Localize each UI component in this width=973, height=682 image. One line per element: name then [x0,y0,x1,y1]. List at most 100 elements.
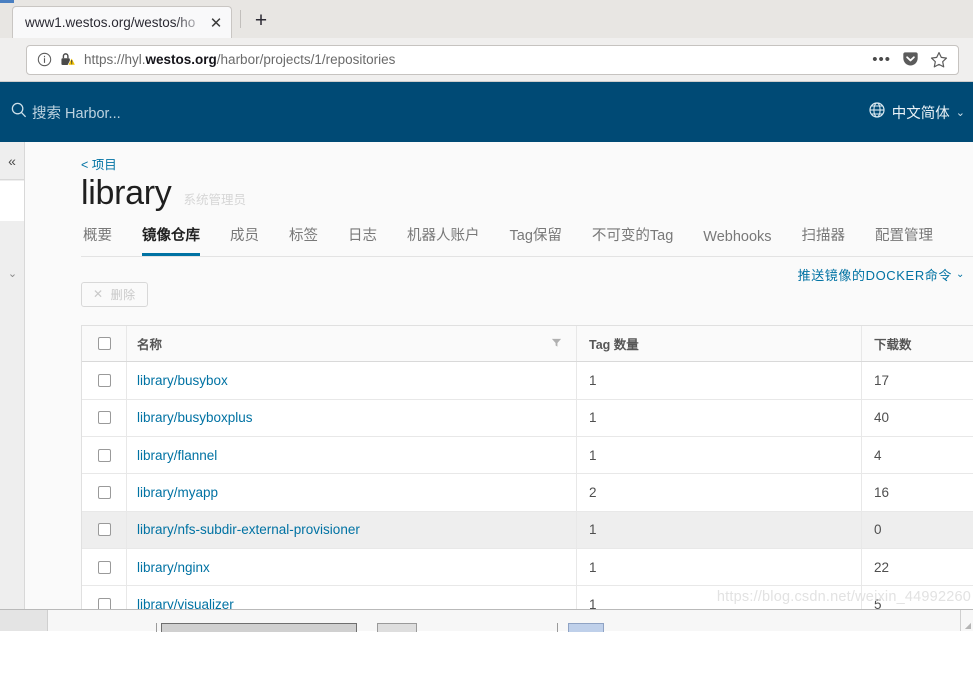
column-header-name[interactable]: 名称 [126,326,576,362]
tag-count-cell: 1 [576,436,861,474]
select-all-cell [82,337,126,351]
push-docker-command-link[interactable]: 推送镜像的DOCKER命令 ⌄ [798,265,965,284]
harbor-body: « ⌄ < 项目 library 系统管理员 概要 镜像仓库 成员 标签 日志 机器人账户… [0,142,973,609]
table-row[interactable]: library/nfs-subdir-external-provisioner 1… [82,511,973,549]
main-content: < 项目 library 系统管理员 概要 镜像仓库 成员 标签 日志 机器人账户 Tag保… [25,142,973,609]
table-row[interactable]: library/busybox 1 17 [82,362,973,400]
repository-link[interactable]: library/flannel [137,448,217,463]
taskbar-window-button[interactable] [568,623,604,632]
tag-count-cell: 1 [576,399,861,436]
repository-name-cell: library/flannel [126,436,576,474]
address-bar[interactable]: https://hyl.westos.org/harbor/projects/1… [26,44,959,75]
repository-name-cell: library/busybox [126,362,576,399]
row-checkbox[interactable] [97,411,111,425]
tab-7[interactable]: Tag保留 [510,224,562,256]
sidebar-chevron-down-icon[interactable]: ⌄ [0,267,25,280]
table-row[interactable]: library/busyboxplus 1 40 [82,399,973,437]
repository-link[interactable]: library/busyboxplus [137,410,253,425]
repositories-table: 名称 Tag 数量 下载数 library/busybox 1 17 libra… [81,325,973,609]
tab-1[interactable]: 概要 [83,224,112,256]
close-icon: ✕ [93,287,104,302]
downloads-value: 40 [874,410,890,426]
tag-count-value: 1 [589,410,597,426]
tab-11[interactable]: 配置管理 [875,224,933,256]
address-bar-actions: ••• [872,51,950,69]
row-checkbox[interactable] [97,374,111,388]
downloads-value: 5 [874,596,882,609]
column-header-downloads-label: 下载数 [874,338,912,353]
repository-name-cell: library/myapp [126,474,576,511]
row-checkbox[interactable] [97,597,111,609]
row-checkbox[interactable] [97,560,111,574]
downloads-value: 22 [874,559,890,575]
taskbar-window-button[interactable] [161,623,357,632]
tab-4[interactable]: 标签 [289,224,318,256]
filter-icon[interactable] [551,337,562,351]
language-selector[interactable]: 中文简体 ⌄ [868,101,965,123]
table-row[interactable]: library/flannel 1 4 [82,436,973,475]
row-checkbox[interactable] [97,485,111,499]
table-row[interactable]: library/nginx 1 22 [82,548,973,587]
table-row[interactable]: library/myapp 2 16 [82,474,973,512]
push-docker-command-label: 推送镜像的DOCKER命令 [797,268,953,284]
tag-count-value: 1 [589,447,597,463]
select-all-checkbox[interactable] [97,337,111,351]
search-placeholder: 搜索 Harbor... [32,105,121,122]
pocket-icon[interactable] [902,51,919,68]
tab-label: 标签 [289,228,318,245]
tab-2[interactable]: 镜像仓库 [142,224,200,257]
tab-9[interactable]: Webhooks [703,229,771,256]
insecure-lock-warning-icon[interactable] [60,52,76,67]
chevron-down-icon: ⌄ [956,269,965,281]
downloads-value: 17 [874,373,890,389]
tab-10[interactable]: 扫描器 [802,224,846,256]
tab-label: 机器人账户 [407,228,480,245]
browser-tab-title: www1.westos.org/westos/ho [25,15,196,30]
url-path: /harbor/projects/1/repositories [216,52,396,67]
bookmark-star-icon[interactable] [930,51,948,69]
url-text: https://hyl.westos.org/harbor/projects/1… [84,52,864,67]
downloads-cell: 40 [861,399,973,436]
tag-count-cell: 1 [576,511,861,548]
row-checkbox[interactable] [97,523,111,537]
downloads-cell: 22 [861,548,973,586]
action-bar: ✕ 删除 推送镜像的DOCKER命令 ⌄ [81,268,973,311]
row-select-cell [82,597,126,609]
taskbar-window-button[interactable] [377,623,417,632]
row-checkbox[interactable] [97,448,111,462]
repository-link[interactable]: library/nfs-subdir-external-provisioner [137,522,360,537]
close-icon[interactable]: ✕ [207,14,225,32]
browser-tabstrip: www1.westos.org/westos/ho ✕ + [0,0,973,38]
url-prefix: https://hyl. [84,52,146,67]
page-actions-icon[interactable]: ••• [872,52,891,67]
repository-link[interactable]: library/visualizer [137,597,234,609]
sidebar-collapse-icon[interactable]: « [0,142,24,180]
new-tab-icon[interactable]: + [247,7,275,35]
breadcrumb[interactable]: < 项目 [81,154,973,173]
tag-count-cell: 1 [576,586,861,609]
repository-link[interactable]: library/nginx [137,560,210,575]
delete-button-label: 删除 [110,287,136,302]
table-row[interactable]: library/visualizer 1 5 [82,586,973,609]
taskbar-divider [557,623,558,632]
tab-5[interactable]: 日志 [348,224,377,256]
delete-button[interactable]: ✕ 删除 [81,281,148,307]
repository-link[interactable]: library/myapp [137,485,218,500]
downloads-value: 4 [874,447,882,463]
tab-6[interactable]: 机器人账户 [407,224,480,256]
tab-3[interactable]: 成员 [230,224,259,256]
downloads-value: 16 [874,484,890,500]
browser-tab[interactable]: www1.westos.org/westos/ho ✕ [12,6,232,38]
page-info-icon[interactable] [37,52,52,67]
chevron-down-icon: ⌄ [955,106,965,119]
tab-label: 日志 [348,228,377,245]
tab-label: 成员 [230,228,259,245]
tab-8[interactable]: 不可变的Tag [592,224,673,256]
search-input[interactable]: 搜索 Harbor... [10,101,121,124]
language-label: 中文简体 [891,105,950,122]
table-body: library/busybox 1 17 library/busyboxplus 1 40… [82,362,973,609]
repository-name-cell: library/busyboxplus [126,399,576,436]
project-tabs: 概要 镜像仓库 成员 标签 日志 机器人账户 Tag保留 不可变的Tag Webhooks 扫描器… [81,224,973,258]
column-header-downloads: 下载数 [861,326,973,362]
repository-link[interactable]: library/busybox [137,373,228,388]
